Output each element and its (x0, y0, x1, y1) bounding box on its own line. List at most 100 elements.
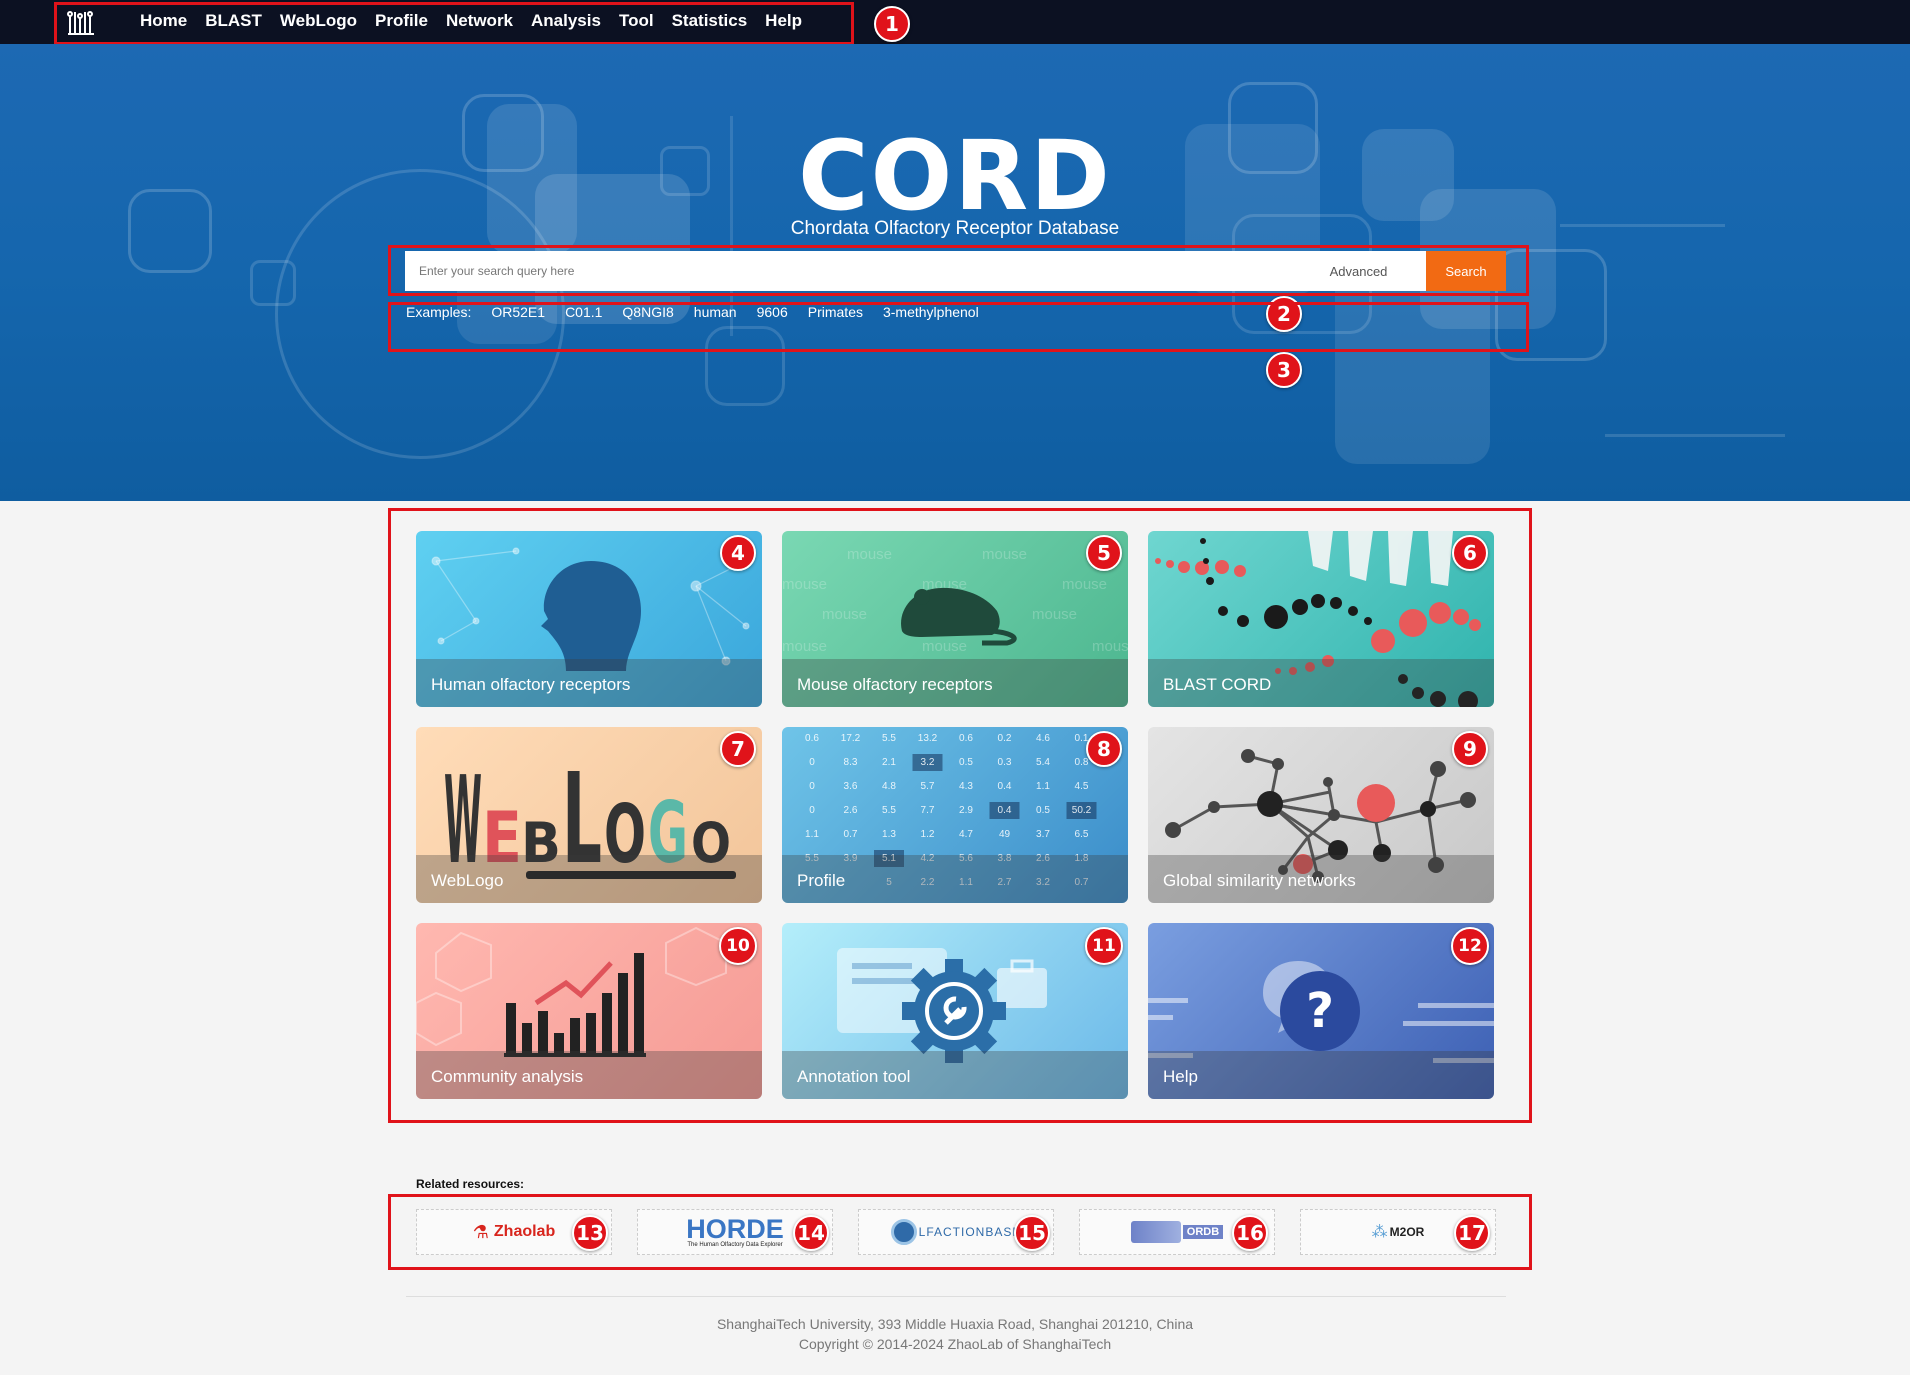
heatmap-cell: 4.7 (959, 829, 973, 840)
resource-name: Zhaolab (493, 1223, 556, 1240)
watermark-text: mouse (1062, 576, 1107, 593)
heatmap-cell: 5.5 (882, 733, 896, 744)
annotation-badge-12: 12 (1451, 927, 1489, 965)
annotation-badge-7: 7 (720, 731, 756, 767)
watermark-text: mouse (1092, 638, 1128, 655)
heatmap-cell: 5.4 (1036, 757, 1050, 768)
footer-address: ShanghaiTech University, 393 Middle Huax… (716, 1316, 1194, 1332)
card-mouse-or[interactable]: mouse mouse mouse mouse mouse mouse mouse mo… (782, 531, 1128, 707)
heatmap-cell: 2.9 (959, 805, 973, 816)
heatmap-cell: 13.2 (918, 733, 938, 744)
heatmap-cell: 2.6 (844, 805, 858, 816)
card-label-bar (1148, 1051, 1494, 1099)
heatmap-cell: 0.4 (998, 781, 1012, 792)
watermark-text: mouse (782, 638, 827, 655)
card-network[interactable]: Global similarity networks (1148, 727, 1494, 903)
heatmap-cell: 4.6 (1036, 733, 1050, 744)
watermark-text: mouse (922, 638, 967, 655)
annotation-box-1 (54, 2, 854, 45)
decor-line (1605, 434, 1785, 437)
annotation-badge-8: 8 (1086, 731, 1122, 767)
card-label: Human olfactory receptors (431, 675, 631, 694)
watermark-text: mouse (1032, 606, 1077, 623)
search-input[interactable] (405, 251, 1291, 291)
footer-copyright: Copyright © 2014-2024 ZhaoLab of Shangha… (798, 1336, 1112, 1352)
heatmap-cell: 0.8 (1075, 757, 1089, 768)
heatmap-cell: 3.6 (844, 781, 858, 792)
heatmap-cell: 4.5 (1075, 781, 1089, 792)
heatmap-cell: 0.5 (1036, 805, 1050, 816)
heatmap-cell: 0.7 (844, 829, 858, 840)
card-annotation-tool[interactable]: Annotation tool (782, 923, 1128, 1099)
heatmap-cell: 49 (999, 829, 1011, 840)
related-resources-title: Related resources: (416, 1177, 525, 1191)
olfactionbase-logo-icon (890, 1219, 917, 1245)
annotation-badge-11: 11 (1085, 927, 1123, 965)
annotation-badge-10: 10 (719, 927, 757, 965)
heatmap-cell: 0.3 (998, 757, 1012, 768)
card-label: Help (1163, 1067, 1198, 1086)
heatmap-cell: 0.2 (998, 733, 1012, 744)
heatmap-cell: 0 (809, 781, 815, 792)
card-profile[interactable]: 0.6 17.2 5.5 13.2 0.6 0.2 4.6 0.1 0 8.3 2.1 3.2 0.5 0… (782, 727, 1128, 903)
search-examples: Examples: OR52E1 C01.1 Q8NGI8 human 9606… (406, 304, 979, 320)
card-weblogo[interactable]: W E B L O G O WebLogo (416, 727, 762, 903)
card-help[interactable]: ? Help (1148, 923, 1494, 1099)
heatmap-cell: 5.5 (882, 805, 896, 816)
search-button[interactable]: Search (1426, 251, 1506, 291)
heatmap-cell: 3.7 (1036, 829, 1050, 840)
site-title: CORD (798, 120, 1112, 232)
heatmap-cell: 3.2 (921, 757, 935, 768)
example-link[interactable]: human (694, 304, 737, 320)
card-community-analysis[interactable]: Community analysis (416, 923, 762, 1099)
annotation-badge-5: 5 (1086, 535, 1122, 571)
m2or-molecule-icon: ⁂ (1371, 1224, 1388, 1241)
ordb-servers-icon (1130, 1221, 1181, 1243)
heatmap-cell: 0 (809, 757, 815, 768)
annotation-badge-14: 14 (793, 1215, 829, 1251)
annotation-badge-4: 4 (720, 535, 756, 571)
annotation-badge-9: 9 (1452, 731, 1488, 767)
card-label: Global similarity networks (1163, 871, 1356, 890)
heatmap-cell: 17.2 (841, 733, 861, 744)
example-link[interactable]: C01.1 (565, 304, 602, 320)
heatmap-cell: 0.4 (998, 805, 1012, 816)
example-link[interactable]: 9606 (757, 304, 788, 320)
resource-name: ORDB (1182, 1225, 1224, 1239)
heatmap-cell: 50.2 (1072, 805, 1092, 816)
advanced-search-button[interactable]: Advanced (1291, 251, 1426, 291)
example-link[interactable]: OR52E1 (491, 304, 545, 320)
card-label: Profile (797, 871, 846, 890)
heatmap-cell: 7.7 (921, 805, 935, 816)
resource-name: M2OR (1389, 1225, 1425, 1239)
watermark-text: mouse (847, 546, 892, 563)
annotation-badge-3: 3 (1266, 352, 1302, 388)
resource-subtitle: The Human Olfactory Data Explorer (687, 1242, 783, 1248)
example-link[interactable]: 3-methylphenol (883, 304, 979, 320)
card-label: WebLogo (431, 871, 504, 890)
card-label: Annotation tool (797, 1067, 911, 1086)
card-blast[interactable]: BLAST CORD (1148, 531, 1494, 707)
annotation-badge-15: 15 (1014, 1215, 1050, 1251)
microscope-icon: ⚗ (472, 1221, 489, 1242)
annotation-badge-13: 13 (572, 1215, 608, 1251)
example-link[interactable]: Q8NGI8 (622, 304, 673, 320)
card-label: BLAST CORD (1163, 675, 1272, 694)
watermark-text: mouse (822, 606, 867, 623)
heatmap-cell: 1.2 (921, 829, 935, 840)
footer-divider (406, 1296, 1506, 1297)
help-question-mark: ? (1306, 983, 1334, 1039)
heatmap-cell: 0 (809, 805, 815, 816)
heatmap-cell: 1.1 (805, 829, 819, 840)
resource-name: LFACTIONBASE (918, 1225, 1022, 1239)
watermark-text: mouse (982, 546, 1027, 563)
heatmap-cell: 1.3 (882, 829, 896, 840)
heatmap-cell: 4.3 (959, 781, 973, 792)
card-human-or[interactable]: Human olfactory receptors (416, 531, 762, 707)
example-link[interactable]: Primates (808, 304, 863, 320)
annotation-badge-16: 16 (1232, 1215, 1268, 1251)
heatmap-cell: 8.3 (844, 757, 858, 768)
heatmap-cell: 6.5 (1075, 829, 1089, 840)
site-subtitle: Chordata Olfactory Receptor Database (790, 218, 1120, 239)
annotation-badge-17: 17 (1454, 1215, 1490, 1251)
